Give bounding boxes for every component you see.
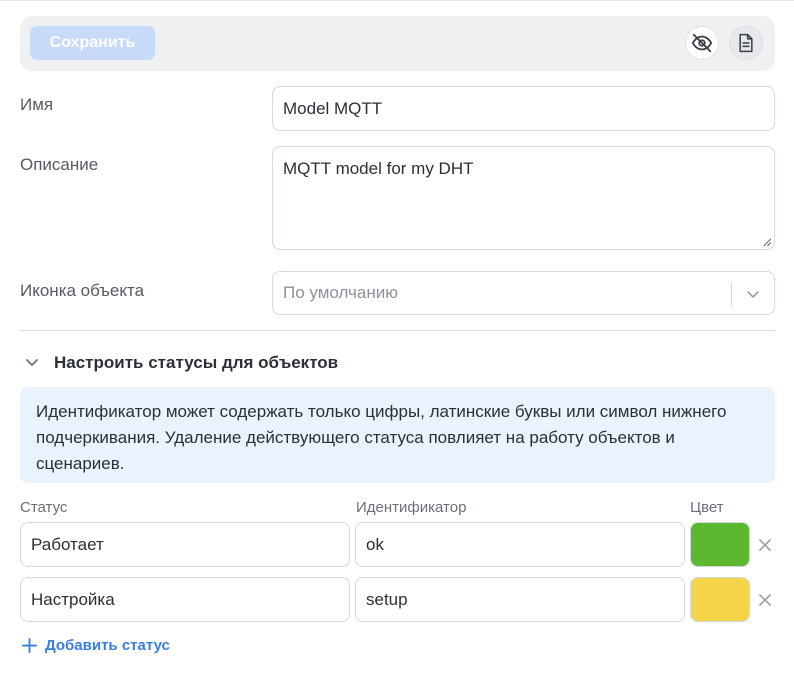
name-value: Model MQTT — [283, 98, 383, 118]
description-label: Описание — [20, 155, 99, 174]
object-icon-label: Иконка объекта — [20, 281, 145, 300]
color-column-header: Цвет — [690, 499, 724, 516]
description-value: MQTT model for my DHT — [283, 159, 474, 178]
status-name-input[interactable]: Работает — [20, 522, 350, 567]
description-textarea[interactable]: MQTT model for my DHT — [272, 146, 775, 250]
status-identifier-input[interactable]: ok — [355, 522, 685, 567]
add-status-button[interactable]: Добавить статус — [22, 637, 170, 654]
status-color-swatch[interactable] — [690, 577, 750, 622]
object-icon-select[interactable]: По умолчанию — [272, 271, 775, 315]
status-name-value: Работает — [31, 534, 104, 554]
status-column-header: Статус — [20, 499, 68, 516]
close-icon[interactable] — [757, 537, 773, 553]
select-separator — [731, 282, 732, 306]
status-name-value: Настройка — [31, 589, 115, 609]
close-icon[interactable] — [757, 592, 773, 608]
name-input[interactable]: Model MQTT — [272, 86, 775, 131]
statuses-section-toggle[interactable]: Настроить статусы для объектов — [24, 353, 338, 373]
identifier-column-header: Идентификатор — [356, 499, 467, 516]
object-icon-placeholder: По умолчанию — [283, 283, 398, 302]
toggle-visibility-button[interactable] — [685, 26, 719, 60]
name-label: Имя — [20, 95, 54, 114]
resize-grip-icon[interactable] — [762, 237, 771, 246]
chevron-down-icon — [747, 291, 759, 298]
status-identifier-input[interactable]: setup — [355, 577, 685, 622]
plus-icon — [22, 638, 37, 653]
add-status-label: Добавить статус — [45, 637, 170, 654]
info-box: Идентификатор может содержать только циф… — [20, 387, 775, 483]
status-color-swatch[interactable] — [690, 522, 750, 567]
chevron-down-icon — [26, 359, 38, 366]
document-icon — [739, 33, 753, 53]
top-divider — [0, 0, 794, 1]
status-name-input[interactable]: Настройка — [20, 577, 350, 622]
eye-off-icon — [691, 33, 713, 53]
section-title: Настроить статусы для объектов — [54, 353, 339, 372]
status-identifier-value: ok — [366, 534, 384, 554]
toolbar: Сохранить — [20, 16, 775, 71]
document-button[interactable] — [729, 26, 763, 60]
section-divider — [20, 330, 775, 331]
save-button[interactable]: Сохранить — [30, 26, 155, 60]
status-identifier-value: setup — [366, 589, 408, 609]
